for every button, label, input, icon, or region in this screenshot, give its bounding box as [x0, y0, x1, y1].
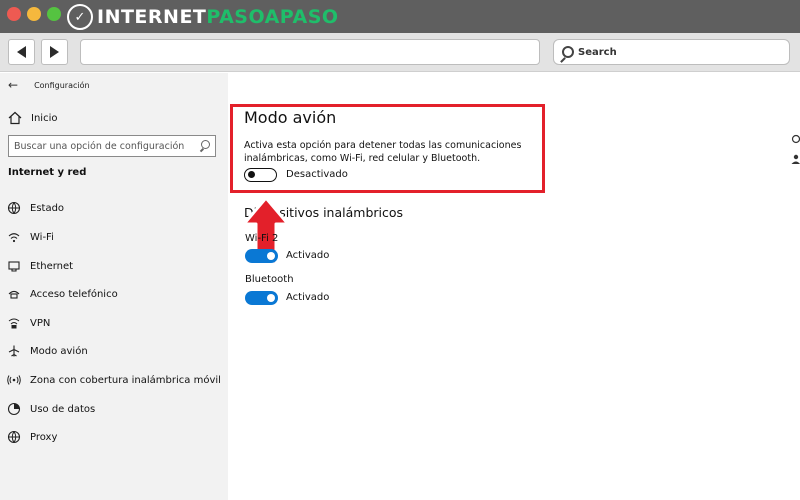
- search-icon: [562, 46, 574, 58]
- sidebar-item-label: Uso de datos: [30, 403, 96, 415]
- close-window-button[interactable]: [7, 7, 21, 21]
- sidebar-item-modo-avión[interactable]: Modo avión: [7, 343, 88, 359]
- home-icon: [8, 111, 22, 125]
- browser-search-box[interactable]: [553, 39, 790, 65]
- dialup-icon: [8, 290, 20, 299]
- logo-text-accent: PASOAPASO: [206, 6, 339, 28]
- sidebar-item-label: Ethernet: [30, 260, 74, 272]
- sidebar-item-acceso-telefónico[interactable]: Acceso telefónico: [7, 286, 118, 302]
- sidebar-item-uso-de-datos[interactable]: Uso de datos: [7, 401, 95, 417]
- logo-check-icon: ✓: [67, 4, 93, 30]
- toggle-knob: [267, 252, 275, 260]
- globe-status-icon: [7, 201, 21, 215]
- toggle-knob: [248, 171, 255, 178]
- device-name-wifi: Wi-Fi 2: [245, 233, 279, 244]
- browser-search-input[interactable]: [578, 46, 778, 58]
- settings-search-box[interactable]: [8, 135, 216, 157]
- sidebar-item-label: VPN: [30, 317, 51, 329]
- sidebar-item-home[interactable]: Inicio: [8, 111, 57, 125]
- airplane-icon: [8, 345, 20, 357]
- sidebar-item-label: Acceso telefónico: [30, 288, 118, 300]
- forward-arrow-icon: [50, 46, 59, 58]
- search-icon[interactable]: [201, 140, 210, 149]
- settings-search-input[interactable]: [14, 140, 199, 152]
- sidebar-item-proxy[interactable]: Proxy: [7, 429, 57, 445]
- right-edge-icons: [791, 134, 800, 164]
- feedback-icon[interactable]: [791, 154, 800, 164]
- address-bar[interactable]: [80, 39, 540, 65]
- browser-navbar: [0, 33, 800, 72]
- minimize-window-button[interactable]: [27, 7, 41, 21]
- sidebar-section-heading: Internet y red: [8, 167, 87, 178]
- site-logo: ✓ INTERNETPASOAPASO: [67, 3, 339, 31]
- data-usage-icon: [7, 402, 21, 416]
- ethernet-icon: [8, 261, 20, 272]
- sidebar-item-ethernet[interactable]: Ethernet: [7, 258, 73, 274]
- browser-titlebar: ✓ INTERNETPASOAPASO: [0, 0, 800, 33]
- device-name-bluetooth: Bluetooth: [245, 274, 294, 285]
- sidebar-item-label: Zona con cobertura inalámbrica móvil: [30, 374, 221, 386]
- back-button[interactable]: [8, 39, 35, 65]
- settings-title: Configuración: [34, 80, 90, 90]
- sidebar-header: ← Configuración: [8, 78, 90, 92]
- toggle-knob: [267, 294, 275, 302]
- hotspot-icon: [7, 375, 21, 385]
- airplane-mode-description: Activa esta opción para detener todas la…: [244, 140, 522, 164]
- sidebar-item-label: Wi-Fi: [30, 231, 54, 243]
- bluetooth-toggle-state: Activado: [286, 292, 330, 303]
- back-arrow-icon: [17, 46, 26, 58]
- sidebar-item-estado[interactable]: Estado: [7, 200, 64, 216]
- sidebar-item-label: Inicio: [31, 112, 58, 124]
- globe-proxy-icon: [7, 430, 21, 444]
- wifi-toggle[interactable]: [245, 249, 278, 263]
- page-title: Modo avión: [244, 108, 337, 127]
- sidebar-item-wi-fi[interactable]: Wi-Fi: [7, 229, 54, 245]
- sidebar-item-vpn[interactable]: VPN: [7, 315, 50, 331]
- sidebar-item-label: Proxy: [30, 431, 58, 443]
- back-arrow-icon[interactable]: ←: [8, 78, 18, 92]
- maximize-window-button[interactable]: [47, 7, 61, 21]
- wifi-toggle-state: Activado: [286, 250, 330, 261]
- help-icon[interactable]: [791, 134, 800, 144]
- vpn-icon: [8, 318, 20, 329]
- wifi-icon: [8, 233, 20, 243]
- airplane-mode-state: Desactivado: [286, 169, 348, 180]
- forward-button[interactable]: [41, 39, 68, 65]
- airplane-mode-toggle[interactable]: [244, 168, 277, 182]
- logo-text-prefix: INTERNET: [97, 6, 207, 28]
- sidebar-item-label: Modo avión: [30, 345, 88, 357]
- bluetooth-toggle[interactable]: [245, 291, 278, 305]
- sidebar-item-zona-con-cobertura-inalámbrica-móvil[interactable]: Zona con cobertura inalámbrica móvil: [7, 372, 221, 388]
- sidebar-item-label: Estado: [30, 202, 65, 214]
